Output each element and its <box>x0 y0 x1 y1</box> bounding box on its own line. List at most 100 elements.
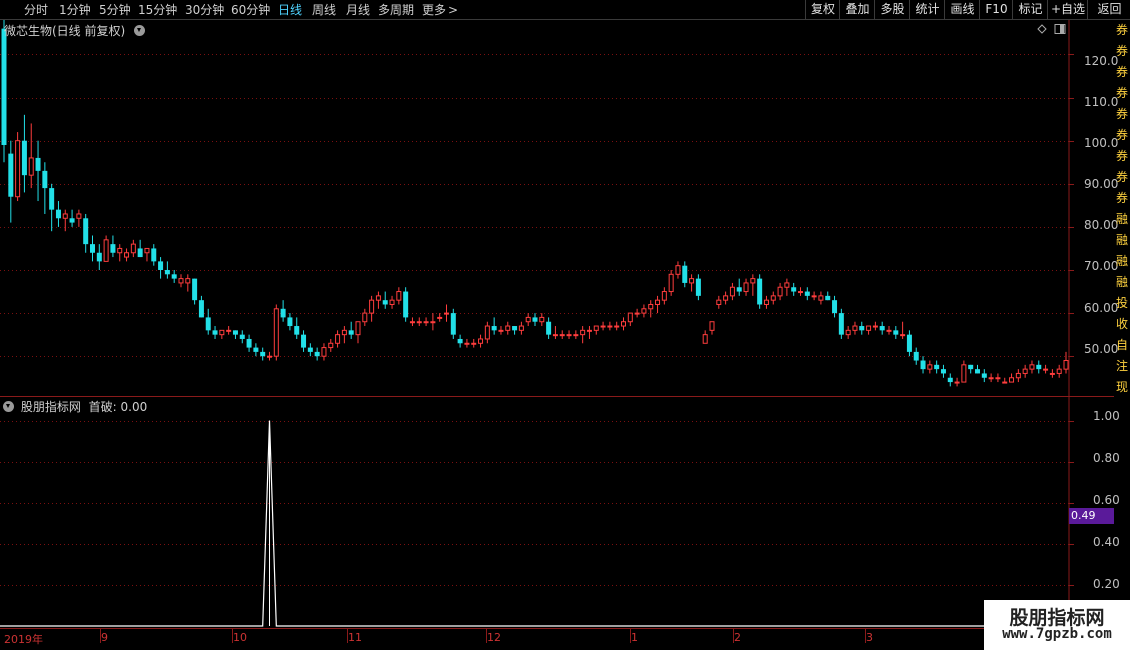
candle-body-up <box>675 265 681 275</box>
indicator-panel-title[interactable]: 股朋指标网 首破: 0.00 <box>3 398 147 415</box>
candle-body-down <box>1036 364 1042 370</box>
side-info-char: 投 <box>1115 296 1128 310</box>
candle-body-up <box>219 329 225 336</box>
side-info-char: 券 <box>1115 191 1128 205</box>
candle-body-up <box>478 338 484 344</box>
candle-body-up <box>1015 372 1021 379</box>
candle-body-down <box>35 157 41 171</box>
candle-body-up <box>437 316 443 319</box>
candle-body-up <box>1009 377 1015 383</box>
candle-body-up <box>872 325 878 328</box>
side-info-char: 现 <box>1115 380 1128 394</box>
candle-body-up <box>723 295 729 301</box>
candle-body-down <box>879 326 885 331</box>
candle-body-down <box>246 338 252 348</box>
diamond-icon[interactable] <box>1037 24 1047 34</box>
candle-body-up <box>539 316 545 323</box>
candle-body-up <box>668 273 674 293</box>
candle-body-down <box>532 317 538 322</box>
indicator-line <box>0 420 1069 627</box>
time-axis-label: 12 <box>487 631 501 644</box>
candle-body-up <box>593 325 599 331</box>
candle-body-up <box>580 329 586 336</box>
candle-body-down <box>253 347 259 352</box>
time-axis-label: 10 <box>233 631 247 644</box>
side-info-char: 券 <box>1115 170 1128 184</box>
candle-body-down <box>757 278 763 305</box>
indicator-y-tick-label: 0.40 <box>1093 535 1120 549</box>
candle-body-up <box>444 312 449 315</box>
candle-body-up <box>621 321 626 327</box>
candle-body-up <box>355 321 361 336</box>
candle-body-up <box>750 278 756 284</box>
side-info-char: 券 <box>1115 23 1128 37</box>
candle-body-up <box>321 347 327 357</box>
candle-body-down <box>301 334 307 348</box>
candle-body-down <box>804 291 810 296</box>
candle-body-up <box>818 295 824 301</box>
dropdown-circle-icon[interactable] <box>3 401 14 412</box>
candle-body-up <box>103 239 109 262</box>
candlestick-series <box>1 20 1069 387</box>
candle-body-down <box>232 330 238 335</box>
candle-body-up <box>525 316 531 323</box>
candle-body-down <box>110 244 116 253</box>
candle-body-up <box>1029 364 1035 370</box>
candle-body-down <box>287 317 293 327</box>
candle-body-down <box>314 351 320 357</box>
dropdown-circle-icon[interactable] <box>134 25 146 36</box>
candle-body-up <box>124 252 130 258</box>
indicator-y-tick-label: 0.20 <box>1093 577 1120 591</box>
candle-body-up <box>811 295 817 298</box>
candle-body-up <box>273 308 279 357</box>
candle-body-up <box>267 355 272 358</box>
candle-body-up <box>464 342 470 345</box>
candle-body-up <box>845 329 851 336</box>
candle-body-down <box>382 300 388 305</box>
candle-body-up <box>784 282 790 288</box>
candle-body-down <box>968 364 974 370</box>
candle-body-up <box>689 278 695 284</box>
candle-body-up <box>763 299 769 305</box>
candle-body-up <box>62 213 68 219</box>
side-info-char: 融 <box>1115 254 1128 268</box>
candle-body-up <box>607 325 613 328</box>
y-tick-marks <box>1069 54 1074 586</box>
candle-body-down <box>1 28 7 145</box>
side-info-char: 券 <box>1115 86 1128 100</box>
candle-body-up <box>130 243 136 254</box>
candle-body-up <box>362 312 368 323</box>
candle-body-down <box>137 248 143 258</box>
side-info-char: 券 <box>1115 65 1128 79</box>
candle-body-up <box>28 157 34 176</box>
candle-body-up <box>389 299 395 305</box>
candle-body-up <box>409 321 415 324</box>
candle-body-down <box>403 291 409 318</box>
candle-body-down <box>83 218 89 245</box>
time-axis-label: 3 <box>866 631 873 644</box>
candle-body-up <box>988 377 994 380</box>
candle-body-up <box>335 334 341 344</box>
side-info-char: 券 <box>1115 44 1128 58</box>
candle-body-up <box>634 312 640 315</box>
candle-body-up <box>369 299 375 314</box>
candle-body-up <box>144 247 150 254</box>
candle-body-up <box>627 312 633 323</box>
main-panel-title[interactable]: 微芯生物(日线 前复权) <box>4 22 148 39</box>
candle-body-up <box>518 325 524 331</box>
candle-body-down <box>294 326 300 335</box>
candle-body-down <box>791 287 797 292</box>
candle-body-up <box>1022 368 1028 374</box>
chart-canvas[interactable] <box>0 0 1130 650</box>
candle-body-down <box>348 330 354 335</box>
candle-body-down <box>151 248 157 262</box>
candle-body-down <box>457 338 463 344</box>
candle-body-up <box>566 334 572 337</box>
side-info-char: 券 <box>1115 107 1128 121</box>
side-info-char: 融 <box>1115 212 1128 226</box>
panel-controls <box>1037 24 1066 34</box>
candle-body-down <box>164 270 170 275</box>
candle-body-up <box>641 308 647 314</box>
candle-body-up <box>614 325 620 328</box>
candle-body-down <box>192 278 198 301</box>
